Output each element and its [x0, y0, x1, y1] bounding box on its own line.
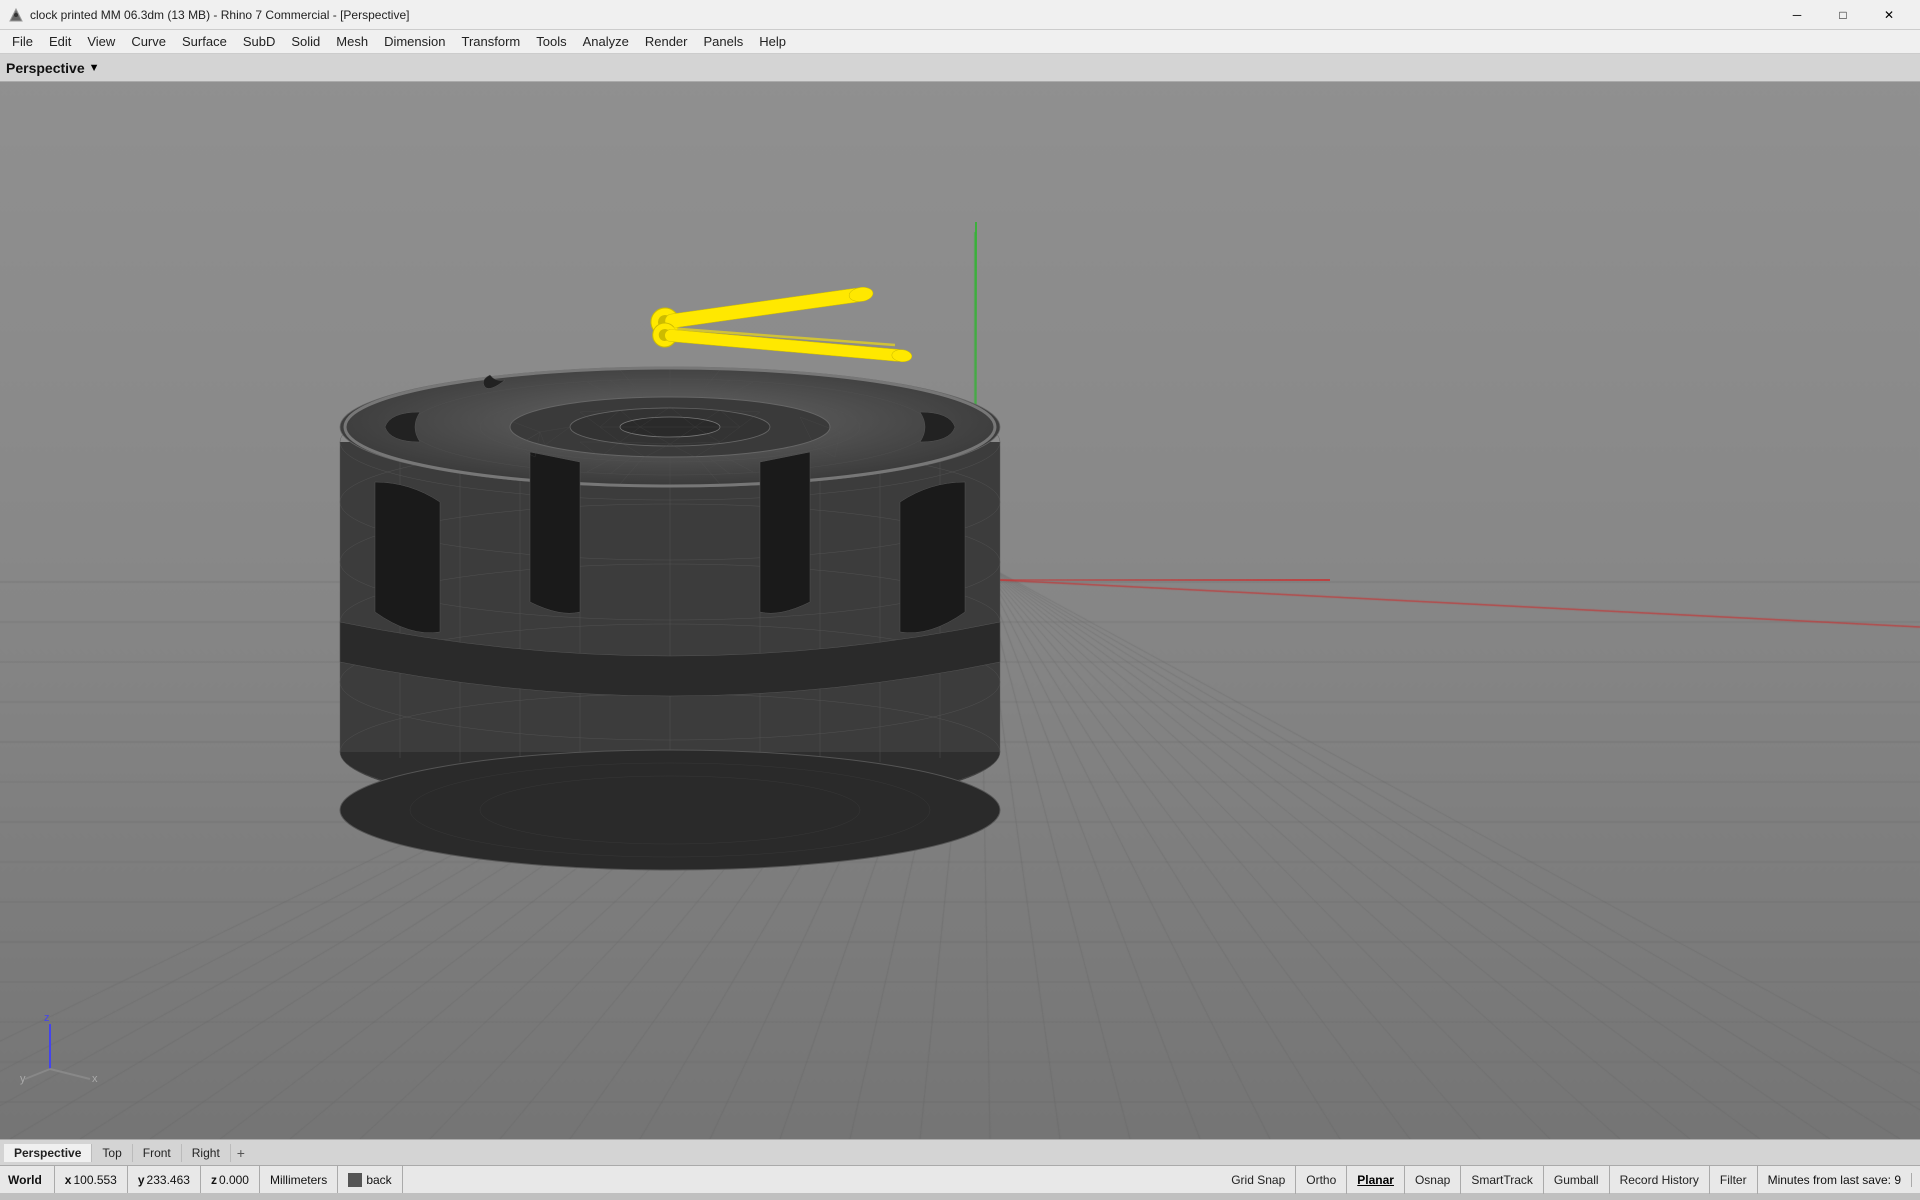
- 3d-viewport[interactable]: z x y: [0, 82, 1920, 1139]
- snap-area: Grid SnapOrthoPlanarOsnapSmartTrackGumba…: [1221, 1166, 1920, 1194]
- status-bar: World x 100.553 y 233.463 z 0.000 Millim…: [0, 1165, 1920, 1193]
- snap-btn-planar[interactable]: Planar: [1347, 1166, 1405, 1194]
- units-display: Millimeters: [260, 1166, 338, 1193]
- maximize-button[interactable]: □: [1820, 0, 1866, 30]
- layer-color-swatch: [348, 1173, 362, 1187]
- svg-text:y: y: [20, 1073, 26, 1085]
- menu-bar: FileEditViewCurveSurfaceSubDSolidMeshDim…: [0, 30, 1920, 54]
- menu-item-dimension[interactable]: Dimension: [376, 32, 453, 51]
- title-text: clock printed MM 06.3dm (13 MB) - Rhino …: [30, 8, 409, 22]
- rhino-icon: [8, 7, 24, 23]
- layer-display: back: [338, 1166, 402, 1193]
- menu-item-file[interactable]: File: [4, 32, 41, 51]
- x-label: x: [65, 1173, 72, 1187]
- menu-item-subd[interactable]: SubD: [235, 32, 284, 51]
- y-label: y: [138, 1173, 145, 1187]
- menu-item-curve[interactable]: Curve: [123, 32, 174, 51]
- x-value: 100.553: [73, 1173, 116, 1187]
- viewport-tab-front[interactable]: Front: [133, 1144, 182, 1162]
- menu-item-transform[interactable]: Transform: [453, 32, 528, 51]
- z-value: 0.000: [219, 1173, 249, 1187]
- svg-text:z: z: [44, 1012, 50, 1024]
- z-coord: z 0.000: [201, 1166, 260, 1193]
- menu-item-help[interactable]: Help: [751, 32, 794, 51]
- viewport-tab-perspective[interactable]: Perspective: [4, 1144, 92, 1162]
- viewport-label-bar: Perspective ▼: [0, 54, 1920, 82]
- axis-indicator: z x y: [20, 1009, 100, 1089]
- menu-item-tools[interactable]: Tools: [528, 32, 574, 51]
- last-save-label: Minutes from last save:: [1768, 1173, 1891, 1187]
- x-coord: x 100.553: [55, 1166, 128, 1193]
- world-coord-label: World: [0, 1166, 55, 1193]
- menu-item-solid[interactable]: Solid: [283, 32, 328, 51]
- y-coord: y 233.463: [128, 1166, 201, 1193]
- menu-item-analyze[interactable]: Analyze: [575, 32, 637, 51]
- layer-name: back: [366, 1173, 391, 1187]
- units-label: Millimeters: [270, 1173, 327, 1187]
- viewport-dropdown-arrow[interactable]: ▼: [89, 62, 100, 74]
- title-left: clock printed MM 06.3dm (13 MB) - Rhino …: [8, 7, 409, 23]
- y-value: 233.463: [147, 1173, 190, 1187]
- clock-model-svg: [280, 162, 1060, 882]
- snap-btn-record-history[interactable]: Record History: [1610, 1166, 1710, 1194]
- menu-item-view[interactable]: View: [79, 32, 123, 51]
- z-label: z: [211, 1173, 217, 1187]
- minimize-button[interactable]: ─: [1774, 0, 1820, 30]
- menu-item-edit[interactable]: Edit: [41, 32, 79, 51]
- clock-hands-svg: [545, 277, 925, 407]
- snap-btn-ortho[interactable]: Ortho: [1296, 1166, 1347, 1194]
- world-label: World: [8, 1173, 42, 1187]
- last-save-value: 9: [1894, 1173, 1901, 1187]
- title-bar: clock printed MM 06.3dm (13 MB) - Rhino …: [0, 0, 1920, 30]
- menu-item-panels[interactable]: Panels: [695, 32, 751, 51]
- menu-item-mesh[interactable]: Mesh: [328, 32, 376, 51]
- snap-btn-gumball[interactable]: Gumball: [1544, 1166, 1610, 1194]
- svg-text:x: x: [92, 1073, 98, 1085]
- menu-item-surface[interactable]: Surface: [174, 32, 235, 51]
- snap-btn-grid-snap[interactable]: Grid Snap: [1221, 1166, 1296, 1194]
- viewport-tabs-bar: PerspectiveTopFrontRight+: [0, 1139, 1920, 1165]
- snap-btn-osnap[interactable]: Osnap: [1405, 1166, 1461, 1194]
- close-button[interactable]: ✕: [1866, 0, 1912, 30]
- snap-btn-smarttrack[interactable]: SmartTrack: [1461, 1166, 1544, 1194]
- last-save-info: Minutes from last save: 9: [1758, 1173, 1912, 1187]
- viewport-tab-top[interactable]: Top: [92, 1144, 132, 1162]
- title-controls: ─ □ ✕: [1774, 0, 1912, 30]
- menu-item-render[interactable]: Render: [637, 32, 696, 51]
- snap-btn-filter[interactable]: Filter: [1710, 1166, 1758, 1194]
- add-viewport-tab-button[interactable]: +: [231, 1143, 251, 1163]
- viewport-label[interactable]: Perspective: [6, 60, 85, 76]
- viewport-tab-right[interactable]: Right: [182, 1144, 231, 1162]
